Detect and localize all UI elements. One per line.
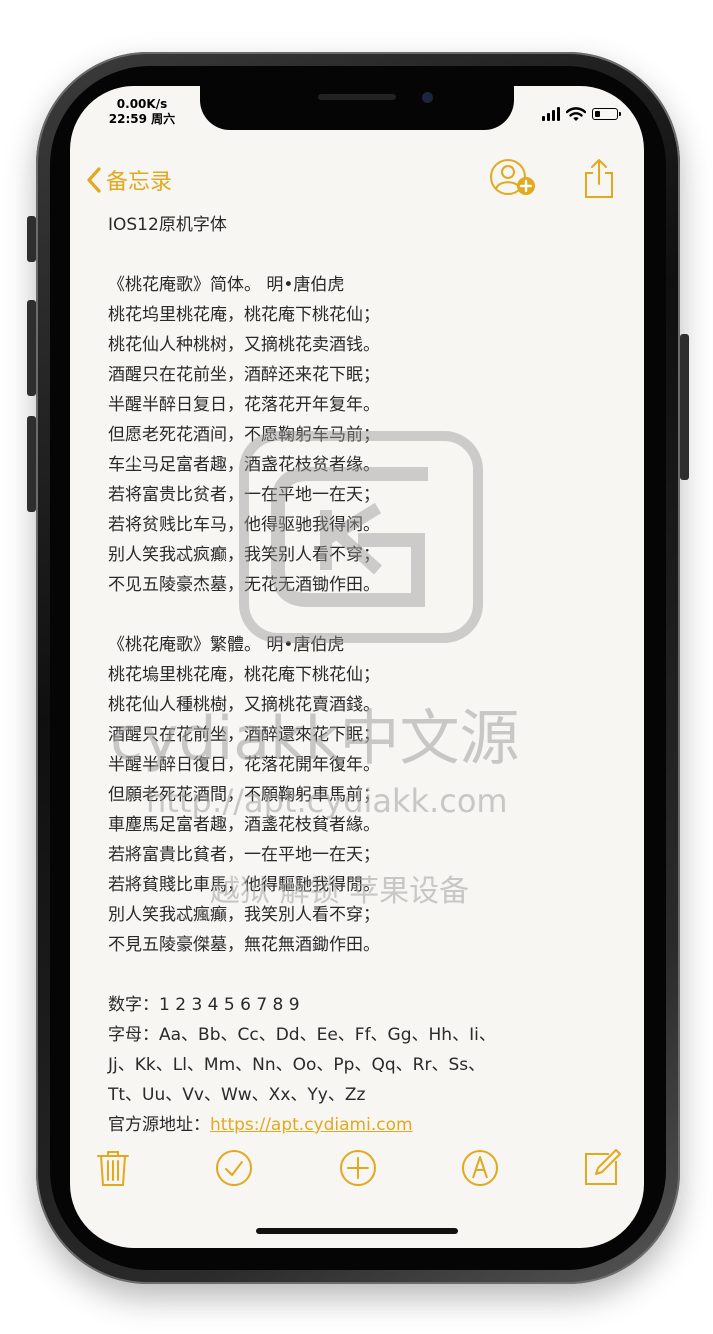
status-time: 22:59 周六 — [108, 112, 176, 126]
nav-bar: 备忘录 — [70, 158, 644, 204]
note-body[interactable]: IOS12原机字体 《桃花庵歌》简体。 明•唐伯虎 桃花坞里桃花庵，桃花庵下桃花… — [108, 210, 628, 1140]
power-button — [680, 334, 689, 480]
note-title: IOS12原机字体 — [108, 215, 227, 235]
battery-icon — [592, 108, 621, 120]
poem-line: 酒醒只在花前坐，酒醉还来花下眠； — [108, 365, 380, 385]
trash-icon[interactable] — [96, 1148, 130, 1188]
poem-line: 不見五陵豪傑墓，無花無酒鋤作田。 — [108, 935, 380, 955]
speaker — [318, 94, 396, 100]
letters-line: Tt、Uu、Vv、Ww、Xx、Yy、Zz — [108, 1085, 366, 1105]
digits-line: 数字：1 2 3 4 5 6 7 8 9 — [108, 995, 300, 1015]
poem-line: 桃花仙人種桃樹，又摘桃花賣酒錢。 — [108, 695, 380, 715]
home-indicator[interactable] — [256, 1228, 458, 1234]
screen: 0.00K/s 22:59 周六 备忘录 IOS12原机字体 《桃花庵歌》简体。… — [70, 86, 644, 1248]
poem-line: 《桃花庵歌》繁體。 明•唐伯虎 — [108, 635, 345, 655]
poem-line: 酒醒只在花前坐，酒醉還來花下眠； — [108, 725, 380, 745]
poem-line: 桃花坞里桃花庵，桃花庵下桃花仙； — [108, 305, 380, 325]
status-right — [542, 106, 621, 122]
letters-line: 字母：Aa、Bb、Cc、Dd、Ee、Ff、Gg、Hh、Ii、 — [108, 1025, 496, 1045]
source-label: 官方源地址： — [108, 1115, 210, 1135]
volume-down-button — [27, 416, 36, 512]
notch — [200, 86, 514, 130]
markup-icon[interactable] — [460, 1148, 500, 1188]
share-icon[interactable] — [582, 158, 616, 200]
volume-up-button — [27, 300, 36, 396]
poem-line: 《桃花庵歌》简体。 明•唐伯虎 — [108, 275, 345, 295]
poem-line: 若將富貴比貧者，一在平地一在天； — [108, 845, 380, 865]
poem-line: 但願老死花酒間，不願鞠躬車馬前； — [108, 785, 380, 805]
source-line: 官方源地址：https://apt.cydiami.com — [108, 1110, 628, 1140]
bottom-toolbar — [70, 1148, 644, 1188]
poem-line: 若将贫贱比车马，他得驱驰我得闲。 — [108, 515, 380, 535]
poem-line: 若将富贵比贫者，一在平地一在天； — [108, 485, 380, 505]
simplified-poem: 《桃花庵歌》简体。 明•唐伯虎 桃花坞里桃花庵，桃花庵下桃花仙； 桃花仙人种桃树… — [108, 270, 628, 600]
poem-line: 桃花仙人种桃树，又摘桃花卖酒钱。 — [108, 335, 380, 355]
poem-line: 桃花塢里桃花庵，桃花庵下桃花仙； — [108, 665, 380, 685]
mute-switch — [27, 216, 36, 262]
poem-line: 半醒半醉日復日，花落花開年復年。 — [108, 755, 380, 775]
letters-line: Jj、Kk、Ll、Mm、Nn、Oo、Pp、Qq、Rr、Ss、 — [108, 1055, 486, 1075]
wifi-icon — [566, 106, 586, 121]
cellular-signal-icon — [542, 107, 560, 121]
poem-line: 若將貧賤比車馬，他得驅馳我得閒。 — [108, 875, 380, 895]
source-link[interactable]: https://apt.cydiami.com — [210, 1115, 413, 1135]
poem-line: 別人笑我忒瘋癲，我笑別人看不穿； — [108, 905, 380, 925]
chevron-left-icon — [87, 167, 101, 193]
checklist-icon[interactable] — [214, 1148, 254, 1188]
status-left: 0.00K/s 22:59 周六 — [100, 97, 184, 127]
traditional-poem: 《桃花庵歌》繁體。 明•唐伯虎 桃花塢里桃花庵，桃花庵下桃花仙； 桃花仙人種桃樹… — [108, 630, 628, 960]
front-camera — [422, 92, 433, 103]
add-icon[interactable] — [338, 1148, 378, 1188]
compose-icon[interactable] — [582, 1148, 622, 1188]
poem-line: 不见五陵豪杰墓，无花无酒锄作田。 — [108, 575, 380, 595]
back-label: 备忘录 — [106, 170, 173, 195]
network-speed: 0.00K/s — [116, 97, 168, 111]
back-button[interactable]: 备忘录 — [86, 164, 172, 196]
poem-line: 車塵馬足富者趣，酒盞花枝貧者緣。 — [108, 815, 380, 835]
poem-line: 别人笑我忒疯癫，我笑别人看不穿； — [108, 545, 380, 565]
person-add-icon[interactable] — [486, 158, 540, 200]
poem-line: 半醒半醉日复日，花落花开年复年。 — [108, 395, 380, 415]
poem-line: 但愿老死花酒间，不愿鞠躬车马前； — [108, 425, 380, 445]
poem-line: 车尘马足富者趣，酒盏花枝贫者缘。 — [108, 455, 380, 475]
